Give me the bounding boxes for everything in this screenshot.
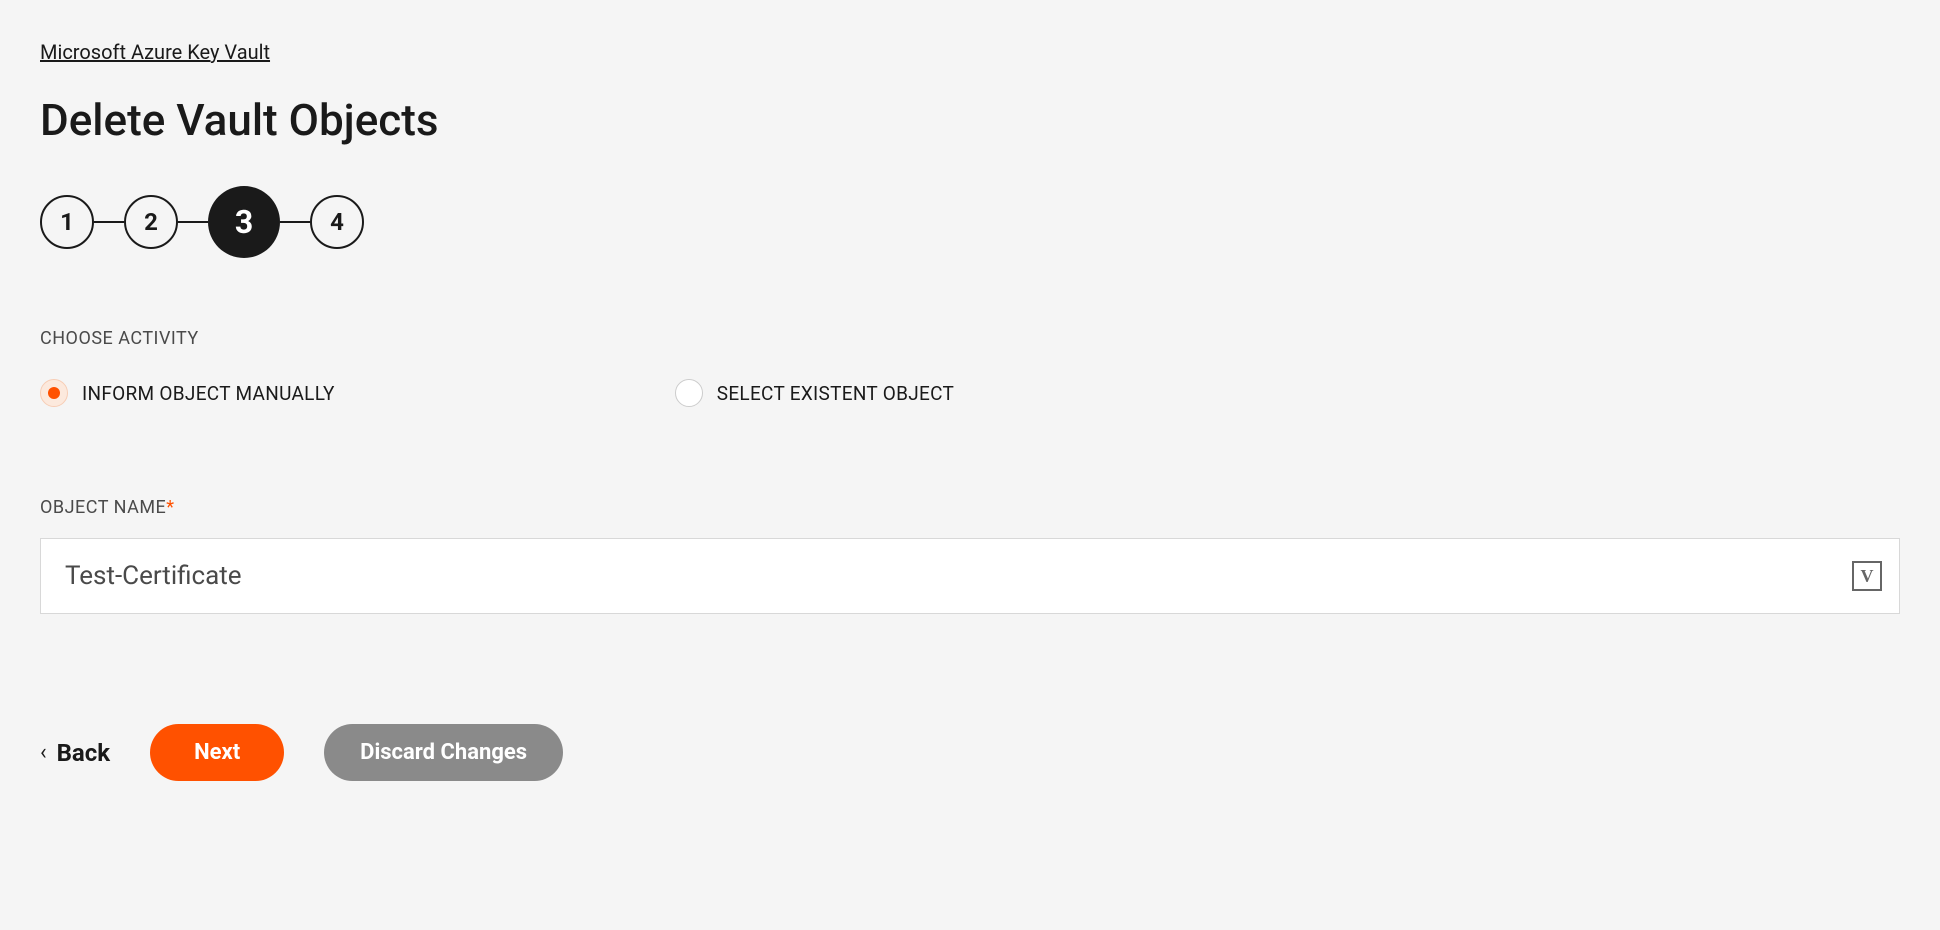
- radio-label: INFORM OBJECT MANUALLY: [82, 382, 335, 405]
- step-2[interactable]: 2: [124, 195, 178, 249]
- object-name-input-wrapper: V: [40, 538, 1900, 614]
- radio-dot-icon: [48, 387, 60, 399]
- action-button-row: ‹ Back Next Discard Changes: [40, 724, 1900, 781]
- next-button[interactable]: Next: [150, 724, 284, 781]
- radio-circle-icon: [40, 379, 68, 407]
- object-name-label-text: OBJECT NAME: [40, 497, 166, 518]
- required-asterisk: *: [166, 497, 174, 518]
- choose-activity-label: CHOOSE ACTIVITY: [40, 328, 1900, 349]
- page-title: Delete Vault Objects: [40, 94, 1900, 146]
- variable-icon[interactable]: V: [1852, 561, 1882, 591]
- stepper: 1 2 3 4: [40, 186, 1900, 258]
- object-name-label: OBJECT NAME*: [40, 497, 1900, 518]
- activity-radio-group: INFORM OBJECT MANUALLY SELECT EXISTENT O…: [40, 379, 1900, 407]
- chevron-left-icon: ‹: [40, 740, 47, 765]
- object-name-input[interactable]: [40, 538, 1900, 614]
- radio-label: SELECT EXISTENT OBJECT: [717, 382, 954, 405]
- step-connector: [280, 221, 310, 223]
- radio-circle-icon: [675, 379, 703, 407]
- breadcrumb-link[interactable]: Microsoft Azure Key Vault: [40, 40, 270, 64]
- step-3[interactable]: 3: [208, 186, 280, 258]
- step-4[interactable]: 4: [310, 195, 364, 249]
- back-button-label: Back: [57, 739, 110, 767]
- step-connector: [178, 221, 208, 223]
- step-connector: [94, 221, 124, 223]
- radio-option-inform-manually[interactable]: INFORM OBJECT MANUALLY: [40, 379, 335, 407]
- radio-option-select-existent[interactable]: SELECT EXISTENT OBJECT: [675, 379, 954, 407]
- step-1[interactable]: 1: [40, 195, 94, 249]
- discard-changes-button[interactable]: Discard Changes: [324, 724, 563, 781]
- back-button[interactable]: ‹ Back: [40, 739, 110, 767]
